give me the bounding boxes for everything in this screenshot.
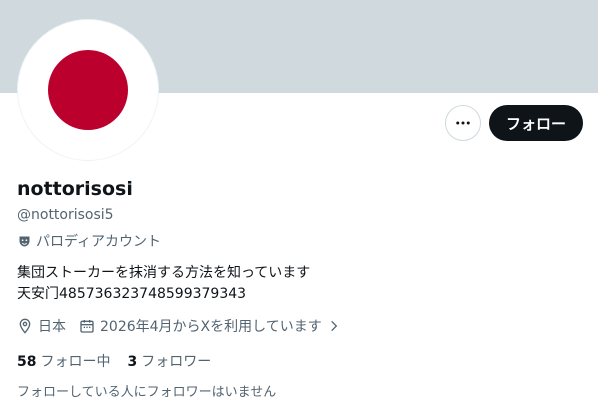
joined-date-item[interactable]: 2026年4月からXを利用しています [79,316,341,336]
followers-link[interactable]: 3 フォロワー [127,351,211,371]
avatar-image [20,22,156,158]
follow-stats: 58 フォロー中 3 フォロワー [17,351,211,371]
theater-masks-icon [19,236,30,246]
location-text: 日本 [38,319,66,335]
followers-count: 3 [127,354,138,370]
followers-label: フォロワー [141,354,212,370]
parody-label-text: パロディアカウント [36,234,162,250]
profile-bio: 集団ストーカーを抹消する方法を知っています 天安门485736323748599… [17,263,310,305]
display-name: nottorisosi [17,178,133,200]
follow-button[interactable]: フォロー [489,105,583,141]
user-handle: @nottorisosi5 [17,207,114,223]
joined-date-text: 2026年4月からXを利用しています [100,319,322,335]
following-link[interactable]: 58 フォロー中 [17,351,110,371]
following-label: フォロー中 [40,354,111,370]
more-horizontal-icon [456,121,470,125]
profile-avatar[interactable] [17,19,159,161]
location-item: 日本 [17,316,66,336]
flag-sun-circle [48,50,128,130]
chevron-right-icon [330,320,337,332]
calendar-icon [80,320,94,333]
location-pin-icon [19,318,31,334]
bio-line: 集団ストーカーを抹消する方法を知っています [17,265,311,281]
profile-meta: 日本 2026年4月からXを利用しています [17,316,341,336]
parody-account-label: パロディアカウント [17,231,161,251]
more-options-button[interactable] [445,105,481,141]
bio-line: 天安门485736323748599379343 [17,286,247,302]
followers-you-know-note: フォローしている人にフォロワーはいません [17,385,277,400]
following-count: 58 [17,354,37,370]
